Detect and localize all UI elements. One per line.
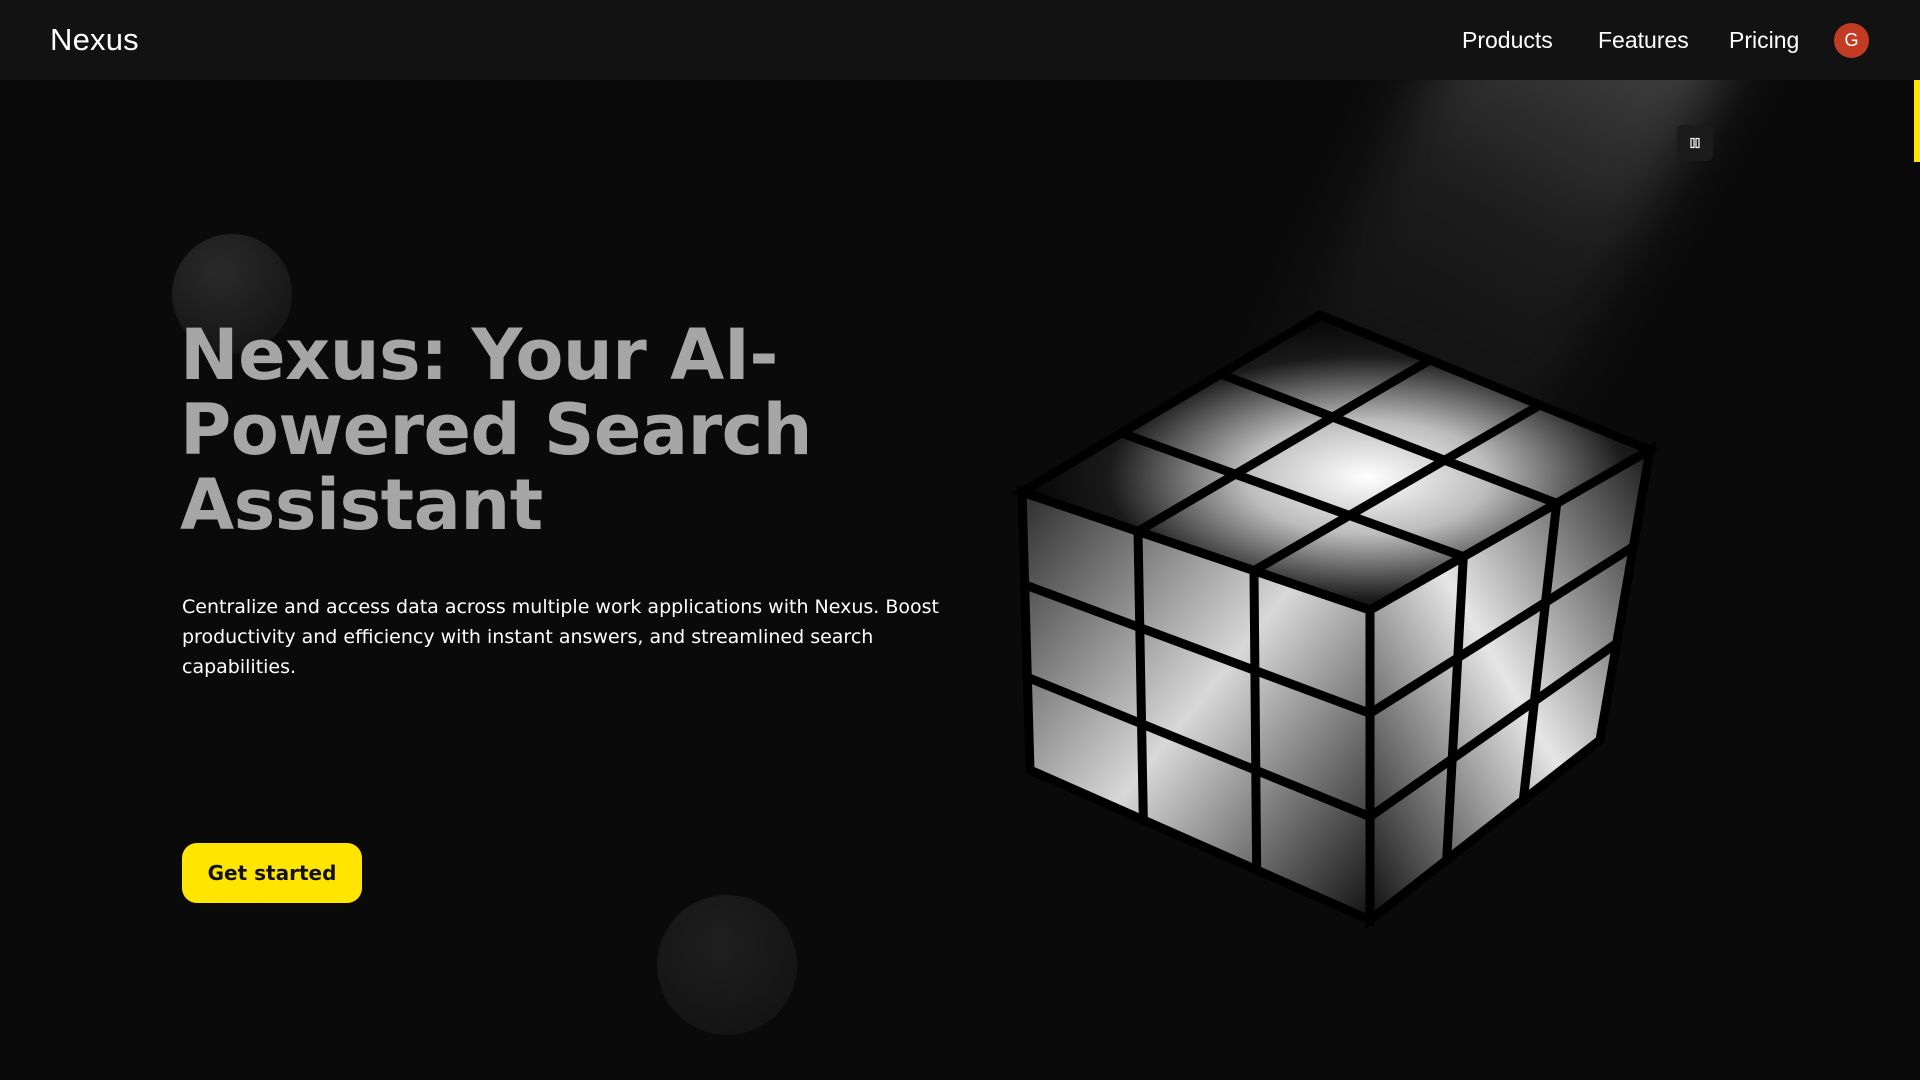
user-avatar[interactable]: G	[1834, 23, 1869, 58]
hero-description: Centralize and access data across multip…	[182, 596, 939, 678]
cube-illustration	[1011, 309, 1661, 930]
nav-link-features[interactable]: Features	[1598, 27, 1689, 54]
decorative-circle-bottom	[657, 895, 797, 1035]
scroll-indicator[interactable]	[1914, 80, 1920, 162]
pause-icon	[1690, 137, 1700, 149]
animation-pause-button[interactable]	[1677, 125, 1713, 161]
cube-seam	[1249, 566, 1262, 875]
nav-link-products[interactable]: Products	[1462, 27, 1553, 54]
nav-link-pricing[interactable]: Pricing	[1729, 27, 1799, 54]
cube-seam	[1133, 526, 1148, 825]
avatar-initial: G	[1844, 30, 1859, 50]
brand-logo[interactable]: Nexus	[50, 22, 139, 58]
get-started-button[interactable]: Get started	[182, 843, 362, 903]
hero-title: Nexus: Your AI-Powered Search Assistant	[180, 314, 813, 546]
top-navbar: Nexus Products Features Pricing G	[0, 0, 1920, 80]
